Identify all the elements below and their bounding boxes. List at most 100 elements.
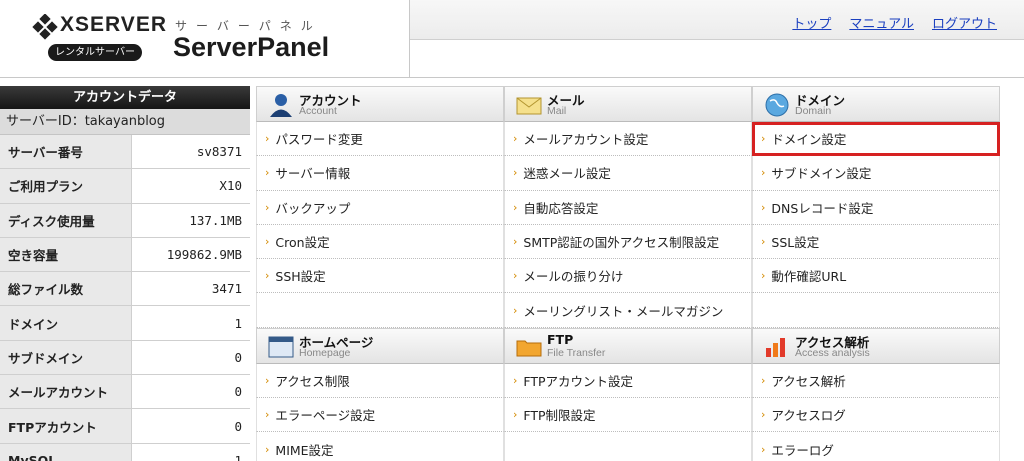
row-value: 0 — [132, 409, 250, 443]
menu-item-mail-filter[interactable]: › メールの振り分け — [504, 259, 752, 294]
arrow-icon: › — [513, 408, 518, 422]
xserver-logo-icon — [32, 14, 58, 40]
menu-item-label: エラーログ — [771, 442, 834, 458]
arrow-icon: › — [761, 373, 766, 387]
menu-item-smtp-auth[interactable]: › SMTP認証の国外アクセス制限設定 — [504, 224, 752, 260]
arrow-icon: › — [513, 132, 518, 146]
arrow-icon: › — [761, 132, 766, 146]
section-subtitle: Domain — [795, 105, 832, 117]
section-header-mail: メール Mail — [504, 86, 752, 122]
menu-item-label: SMTP認証の国外アクセス制限設定 — [523, 235, 720, 251]
panel-title: ServerPanel — [173, 32, 330, 62]
menu-item-analytics[interactable]: › アクセス解析 — [752, 363, 1000, 399]
account-data-table: アカウントデータ サーバーID：takayanblog サーバー番号 sv8371… — [0, 86, 250, 461]
menu-item-access-limit[interactable]: › アクセス制限 — [256, 363, 504, 399]
row-value: 1 — [132, 443, 250, 461]
arrow-icon: › — [265, 373, 270, 387]
arrow-icon: › — [513, 200, 518, 214]
account-row: メールアカウント 0 — [0, 375, 250, 410]
menu-item-label: メールの振り分け — [523, 269, 624, 285]
menu-item-label: メールアカウント設定 — [523, 132, 649, 148]
menu-item-ftp-limit[interactable]: › FTP制限設定 — [504, 398, 752, 433]
menu-item-label: SSH設定 — [275, 269, 326, 285]
menu-item-ssl[interactable]: › SSL設定 — [752, 224, 1000, 260]
menu-item-domain-settings[interactable]: › ドメイン設定 — [752, 122, 1000, 157]
account-row: 空き容量 199862.9MB — [0, 237, 250, 273]
section-header-account: アカウント Account — [256, 86, 504, 122]
server-id: サーバーID：takayanblog — [0, 109, 250, 135]
arrow-icon: › — [513, 303, 518, 317]
menu-item-mail-account[interactable]: › メールアカウント設定 — [504, 122, 752, 157]
menu-item-cron[interactable]: › Cron設定 — [256, 224, 504, 260]
menu-item-test-url[interactable]: › 動作確認URL — [752, 259, 1000, 294]
account-row: FTPアカウント 0 — [0, 409, 250, 444]
menu-item-empty — [752, 293, 1000, 328]
arrow-icon: › — [761, 442, 766, 456]
account-row: ディスク使用量 137.1MB — [0, 203, 250, 238]
arrow-icon: › — [265, 235, 270, 249]
menu-item-label: サーバー情報 — [275, 166, 351, 182]
window-icon — [268, 336, 294, 358]
logo-area: XSERVER レンタルサーバー サーバーパネル ServerPanel — [0, 0, 410, 78]
envelope-icon — [516, 97, 542, 115]
menu-item-label: エラーページ設定 — [275, 408, 376, 424]
menu-item-password[interactable]: › パスワード変更 — [256, 122, 504, 157]
menu-item-label: DNSレコード設定 — [771, 200, 874, 216]
arrow-icon: › — [265, 442, 270, 456]
menu-item-ssh[interactable]: › SSH設定 — [256, 259, 504, 294]
menu-item-backup[interactable]: › バックアップ — [256, 190, 504, 225]
arrow-icon: › — [265, 200, 270, 214]
menu-item-mime[interactable]: › MIME設定 — [256, 432, 504, 461]
row-key: メールアカウント — [0, 375, 132, 409]
nav-manual-link[interactable]: マニュアル — [849, 13, 914, 32]
menu-item-label: メーリングリスト・メールマガジン — [523, 303, 724, 319]
row-key: 総ファイル数 — [0, 272, 132, 306]
menu-item-autoreply[interactable]: › 自動応答設定 — [504, 190, 752, 225]
account-row: サブドメイン 0 — [0, 340, 250, 376]
row-key: FTPアカウント — [0, 409, 132, 443]
top-nav: トップ マニュアル ログアウト — [792, 13, 997, 32]
arrow-icon: › — [265, 132, 270, 146]
section-title: FTP — [547, 331, 574, 347]
header-blank — [410, 40, 1024, 78]
header: XSERVER レンタルサーバー サーバーパネル ServerPanel トップ… — [0, 0, 1024, 80]
user-icon — [270, 94, 292, 117]
row-value: 0 — [132, 375, 250, 409]
menu-item-dns[interactable]: › DNSレコード設定 — [752, 190, 1000, 225]
section-subtitle: Account — [299, 105, 337, 117]
account-row: MySQL 1 — [0, 443, 250, 461]
arrow-icon: › — [265, 269, 270, 283]
menu-item-spam[interactable]: › 迷惑メール設定 — [504, 156, 752, 191]
menu-item-label: 動作確認URL — [771, 269, 847, 285]
menu-item-mailing-list[interactable]: › メーリングリスト・メールマガジン — [504, 293, 752, 328]
section-header-domain: ドメイン Domain — [752, 86, 1000, 122]
menu-item-label: バックアップ — [275, 200, 351, 216]
menu-item-label: アクセス解析 — [771, 373, 846, 389]
folder-icon — [516, 340, 542, 357]
arrow-icon: › — [761, 235, 766, 249]
menu-item-label: 自動応答設定 — [523, 200, 599, 216]
arrow-icon: › — [761, 200, 766, 214]
menu-item-label: アクセスログ — [771, 408, 846, 424]
row-value: 0 — [132, 340, 250, 375]
nav-top-link[interactable]: トップ — [792, 13, 831, 32]
menu-item-ftp-account[interactable]: › FTPアカウント設定 — [504, 363, 752, 399]
menu-item-access-log[interactable]: › アクセスログ — [752, 398, 1000, 433]
arrow-icon: › — [761, 408, 766, 422]
arrow-icon: › — [513, 166, 518, 180]
menu-item-subdomain[interactable]: › サブドメイン設定 — [752, 156, 1000, 191]
row-key: ご利用プラン — [0, 169, 132, 203]
menu-item-error-log[interactable]: › エラーログ — [752, 432, 1000, 461]
menu-item-empty — [504, 432, 752, 461]
menu-item-server-info[interactable]: › サーバー情報 — [256, 156, 504, 191]
section-subtitle: File Transfer — [547, 346, 606, 359]
menu-item-label: Cron設定 — [275, 235, 330, 251]
menu-item-error-page[interactable]: › エラーページ設定 — [256, 398, 504, 433]
row-value: X10 — [132, 169, 250, 203]
nav-logout-link[interactable]: ログアウト — [932, 13, 997, 32]
brand-name: XSERVER — [60, 13, 167, 36]
arrow-icon: › — [761, 269, 766, 283]
row-key: サーバー番号 — [0, 135, 132, 169]
account-data-title: アカウントデータ — [0, 86, 250, 109]
row-value: 3471 — [132, 272, 250, 306]
